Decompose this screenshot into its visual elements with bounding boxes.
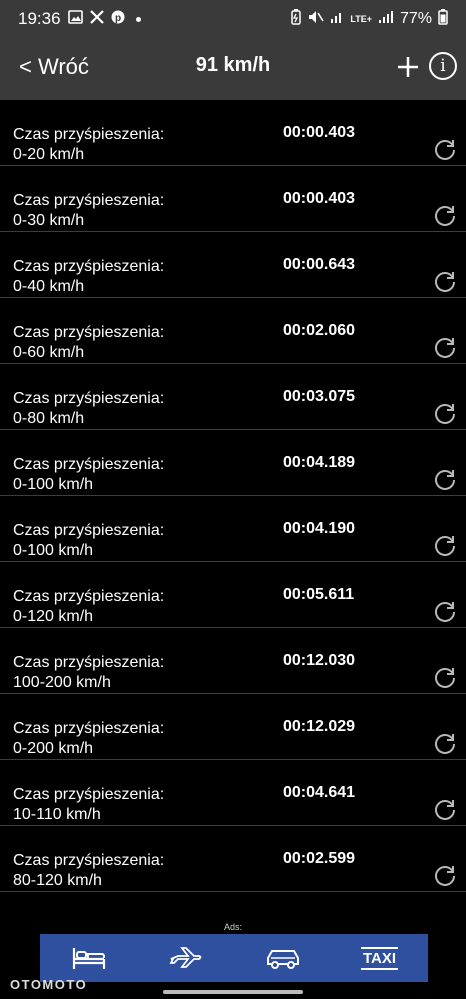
acceleration-time: 00:04.641 [283,784,356,801]
acceleration-range: 0-40 km/h [13,278,85,295]
bed-icon[interactable] [70,943,108,973]
acceleration-label: Czas przyśpieszenia: 0-100 km/h [13,521,164,561]
acceleration-label: Czas przyśpieszenia: 0-120 km/h [13,587,164,627]
taxi-label: TAXI [360,946,399,970]
airplane-icon[interactable] [167,943,205,973]
mute-icon [308,10,325,29]
reset-icon[interactable] [432,599,458,625]
acceleration-label: Czas przyśpieszenia: 0-100 km/h [13,455,164,495]
acceleration-label: Czas przyśpieszenia: 0-30 km/h [13,191,164,231]
top-navigation-bar: < Wróć 91 km/h i [0,38,466,100]
acceleration-time: 00:04.190 [283,520,356,537]
x-app-icon [89,9,104,29]
status-bar: 19:36 p LTE+ 77% [0,0,466,38]
acceleration-label-title: Czas przyśpieszenia: [13,786,165,803]
reset-icon[interactable] [432,137,458,163]
acceleration-range: 0-120 km/h [13,608,94,625]
reset-icon[interactable] [432,401,458,427]
battery-percent: 77% [399,10,432,27]
acceleration-label-title: Czas przyśpieszenia: [13,126,165,143]
signal-icon [330,10,344,29]
list-item: Czas przyśpieszenia: 0-60 km/h 00:02.060 [0,298,466,364]
battery-saver-icon [290,8,302,30]
acceleration-range: 0-30 km/h [13,212,85,229]
status-time: 19:36 [18,9,61,28]
list-item: Czas przyśpieszenia: 0-120 km/h 00:05.611 [0,562,466,628]
info-icon[interactable]: i [429,52,457,80]
gallery-icon [67,9,83,29]
acceleration-label-title: Czas przyśpieszenia: [13,720,165,737]
acceleration-label: Czas przyśpieszenia: 0-40 km/h [13,257,164,297]
acceleration-label: Czas przyśpieszenia: 80-120 km/h [13,851,164,891]
network-type: LTE+ [350,14,372,24]
reset-icon[interactable] [432,203,458,229]
home-indicator[interactable] [163,990,303,994]
list-item: Czas przyśpieszenia: 0-40 km/h 00:00.643 [0,232,466,298]
acceleration-time: 00:00.403 [283,124,356,141]
acceleration-label-title: Czas przyśpieszenia: [13,852,165,869]
reset-icon[interactable] [432,797,458,823]
car-icon[interactable] [264,943,302,973]
signal-icon [378,10,394,29]
list-item: Czas przyśpieszenia: 100-200 km/h 00:12.03… [0,628,466,694]
list-item: Czas przyśpieszenia: 80-120 km/h 00:02.599 [0,826,466,892]
acceleration-label: Czas przyśpieszenia: 0-80 km/h [13,389,164,429]
list-item: Czas przyśpieszenia: 0-80 km/h 00:03.075 [0,364,466,430]
list-item: Czas przyśpieszenia: 0-30 km/h 00:00.403 [0,166,466,232]
reset-icon[interactable] [432,863,458,889]
acceleration-range: 10-110 km/h [13,806,101,823]
acceleration-time: 00:00.643 [283,256,356,273]
ad-banner[interactable]: TAXI [40,934,428,982]
svg-text:p: p [114,13,120,24]
reset-icon[interactable] [432,269,458,295]
acceleration-time: 00:03.075 [283,388,356,405]
battery-icon [438,8,448,30]
acceleration-time: 00:12.030 [283,652,356,669]
notification-dot [135,16,141,22]
acceleration-label-title: Czas przyśpieszenia: [13,654,165,671]
acceleration-label: Czas przyśpieszenia: 100-200 km/h [13,653,164,693]
pinterest-icon: p [111,9,125,29]
acceleration-label-title: Czas przyśpieszenia: [13,456,165,473]
acceleration-label: Czas przyśpieszenia: 10-110 km/h [13,785,164,825]
acceleration-time: 00:00.403 [283,190,356,207]
acceleration-label-title: Czas przyśpieszenia: [13,258,165,275]
reset-icon[interactable] [432,335,458,361]
acceleration-label: Czas przyśpieszenia: 0-60 km/h [13,323,164,363]
acceleration-label-title: Czas przyśpieszenia: [13,390,165,407]
acceleration-label-title: Czas przyśpieszenia: [13,522,165,539]
acceleration-time: 00:12.029 [283,718,356,735]
acceleration-label-title: Czas przyśpieszenia: [13,192,165,209]
reset-icon[interactable] [432,731,458,757]
acceleration-label-title: Czas przyśpieszenia: [13,588,165,605]
acceleration-label-title: Czas przyśpieszenia: [13,324,165,341]
acceleration-label: Czas przyśpieszenia: 0-200 km/h [13,719,164,759]
acceleration-range: 0-200 km/h [13,740,94,757]
acceleration-range: 0-80 km/h [13,410,85,427]
acceleration-time: 00:02.060 [283,322,356,339]
acceleration-range: 0-60 km/h [13,344,85,361]
otomoto-watermark: OTOMOTO [10,977,88,992]
list-item: Czas przyśpieszenia: 0-100 km/h 00:04.190 [0,496,466,562]
acceleration-label: Czas przyśpieszenia: 0-20 km/h [13,125,164,165]
reset-icon[interactable] [432,533,458,559]
list-item: Czas przyśpieszenia: 0-20 km/h 00:00.403 [0,100,466,166]
acceleration-range: 0-20 km/h [13,146,85,163]
taxi-icon[interactable]: TAXI [360,943,399,973]
acceleration-range: 80-120 km/h [13,872,102,889]
acceleration-range: 0-100 km/h [13,542,94,559]
acceleration-time: 00:02.599 [283,850,356,867]
list-item: Czas przyśpieszenia: 0-100 km/h 00:04.189 [0,430,466,496]
acceleration-results-list: Czas przyśpieszenia: 0-20 km/h 00:00.403 Cz… [0,100,466,892]
acceleration-range: 0-100 km/h [13,476,94,493]
reset-icon[interactable] [432,665,458,691]
acceleration-range: 100-200 km/h [13,674,111,691]
add-icon[interactable] [396,50,420,86]
list-item: Czas przyśpieszenia: 10-110 km/h 00:04.641 [0,760,466,826]
reset-icon[interactable] [432,467,458,493]
list-item: Czas przyśpieszenia: 0-200 km/h 00:12.029 [0,694,466,760]
acceleration-time: 00:05.611 [283,586,355,603]
acceleration-time: 00:04.189 [283,454,356,471]
ads-label: Ads: [223,922,242,932]
